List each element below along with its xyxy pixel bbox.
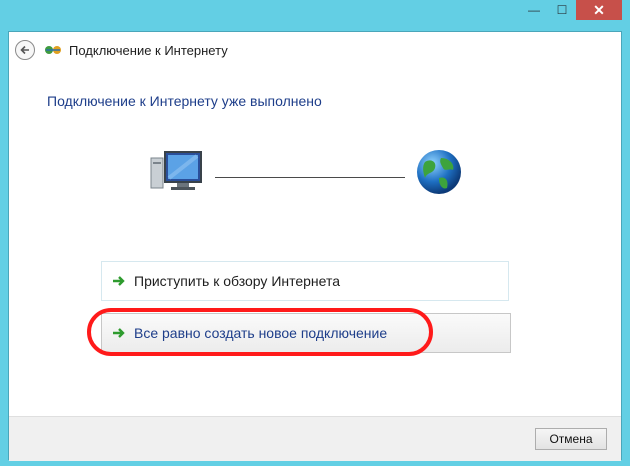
maximize-button[interactable]: ☐	[548, 0, 576, 20]
computer-icon	[149, 150, 207, 199]
wizard-content: Подключение к Интернету Подключение к Ин…	[8, 31, 622, 461]
window-frame: — ☐ ✕ Подключение к Интернету Подключени…	[0, 0, 630, 466]
browse-internet-option[interactable]: Приступить к обзору Интернета	[101, 261, 509, 301]
cancel-button[interactable]: Отмена	[535, 428, 607, 450]
network-wizard-icon	[43, 42, 63, 58]
globe-icon	[415, 148, 463, 201]
browse-internet-label: Приступить к обзору Интернета	[134, 273, 341, 289]
close-button[interactable]: ✕	[576, 0, 622, 20]
wizard-nav: Подключение к Интернету	[15, 39, 228, 61]
wizard-footer: Отмена	[9, 416, 621, 461]
wizard-title: Подключение к Интернету	[69, 42, 228, 58]
title-bar-controls: — ☐ ✕	[520, 0, 622, 24]
connection-line	[215, 177, 405, 178]
red-highlight-annotation	[87, 308, 433, 356]
back-arrow-icon[interactable]	[15, 40, 35, 60]
minimize-button[interactable]: —	[520, 0, 548, 20]
status-heading: Подключение к Интернету уже выполнено	[47, 93, 322, 109]
green-arrow-icon	[112, 275, 126, 287]
